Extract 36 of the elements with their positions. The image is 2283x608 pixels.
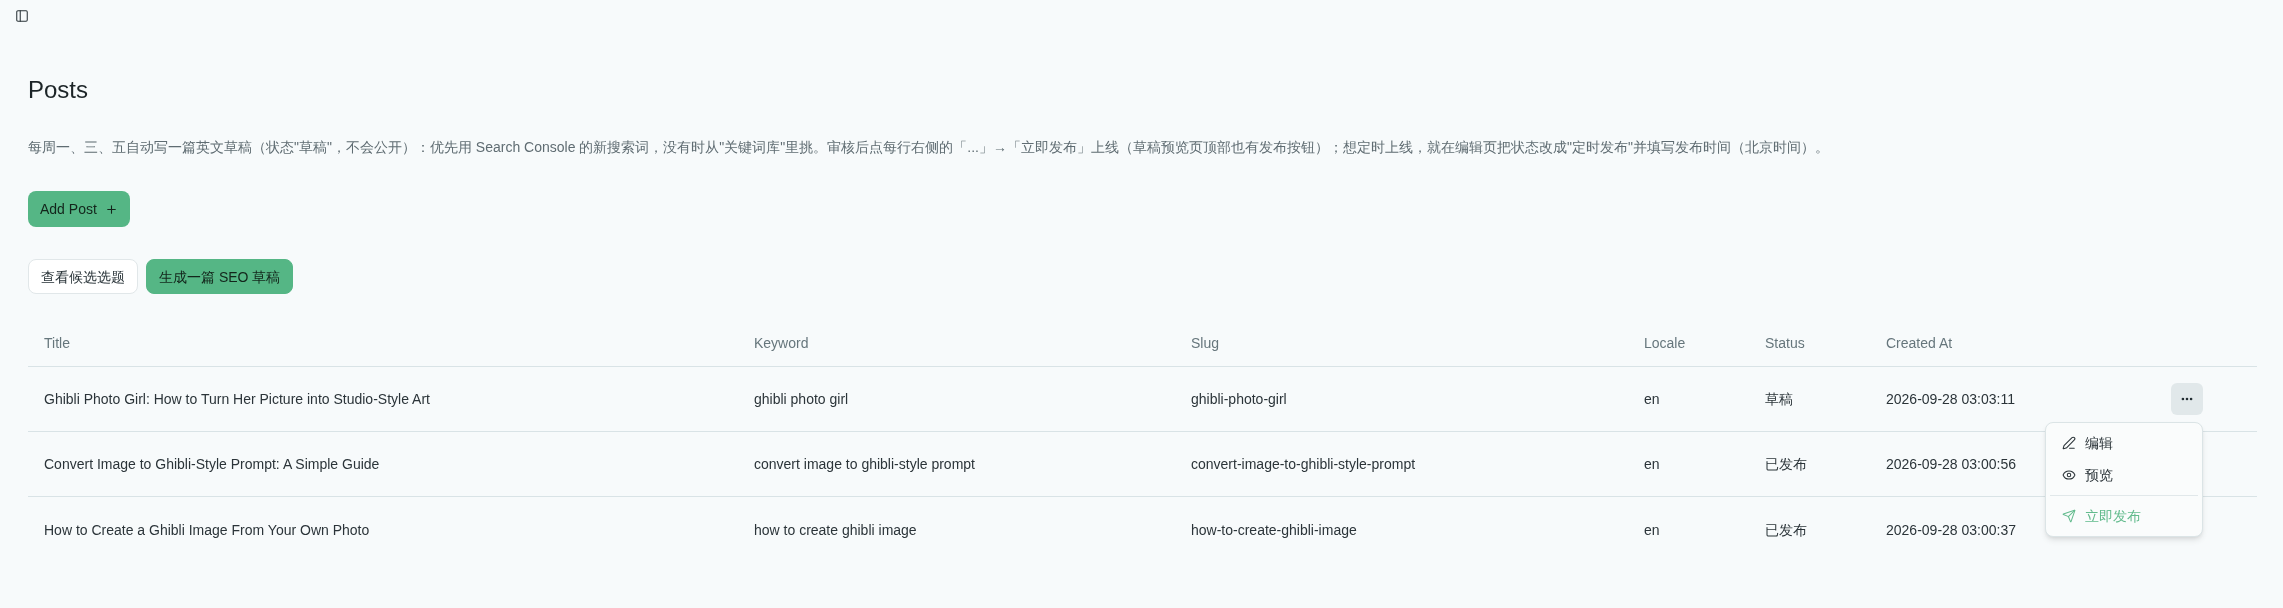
- table-cell: convert-image-to-ghibli-style-prompt: [1191, 456, 1416, 472]
- column-header: Status: [1765, 334, 1805, 351]
- sidebar-icon[interactable]: [15, 9, 29, 23]
- table-cell: how to create ghibli image: [754, 521, 917, 538]
- table-cell: Ghibli Photo Girl: How to Turn Her Picture into Studio-Style Art: [44, 391, 430, 407]
- menu-item[interactable]: 编辑: [2050, 427, 2198, 459]
- table-cell: How to Create a Ghibli Image From Your Own Photo: [44, 521, 370, 538]
- table-cell: 2026-09-28 03:00:56: [1886, 456, 2016, 472]
- table-cell: en: [1644, 456, 1660, 472]
- menu-item[interactable]: 预览: [2050, 459, 2198, 491]
- table-cell: ghibli-photo-girl: [1191, 391, 1287, 407]
- eye-icon: [2062, 468, 2076, 482]
- pencil-icon: [2062, 436, 2076, 450]
- table-cell: en: [1644, 391, 1660, 407]
- table-cell: 草稿: [1765, 391, 1793, 407]
- table-cell: 2026-09-28 03:03:11: [1886, 391, 2015, 407]
- column-header: Created At: [1886, 334, 1953, 351]
- column-header: Title: [44, 334, 70, 351]
- column-header: Keyword: [754, 334, 809, 351]
- page-description: 每周一、三、五自动写一篇英文草稿（状态"草稿"，不会公开）：优先用 Search Console 的新搜索词，没有时从"关键词库"里挑。审核后点每行右侧的「...」→「立即发布」上线（草稿预览页顶部也有发布按钮）；想定时上线，就在编辑页把状态改成"定时发布"并填写发布时间（北京时间）。: [28, 138, 1830, 157]
- table-cell: how-to-create-ghibli-image: [1191, 521, 1357, 538]
- column-header: Slug: [1191, 334, 1220, 351]
- toolbar-button[interactable]: 查看候选选题: [28, 259, 138, 294]
- table-cell: ghibli photo girl: [754, 391, 849, 407]
- table-cell: 2026-09-28 03:00:37: [1886, 521, 2016, 538]
- paper-plane-icon: [2062, 509, 2076, 523]
- table-cell: 已发布: [1765, 521, 1807, 538]
- plus-icon: [104, 202, 118, 216]
- toolbar-button[interactable]: 生成一篇 SEO 草稿: [146, 259, 294, 294]
- table-cell: Convert Image to Ghibli-Style Prompt: A Simple Guide: [44, 456, 380, 472]
- table-cell: convert image to ghibli-style prompt: [754, 456, 975, 472]
- add-post-button[interactable]: Add Post: [28, 191, 130, 227]
- table-cell: en: [1644, 521, 1660, 538]
- table-cell: 已发布: [1765, 456, 1807, 472]
- column-header: Locale: [1644, 334, 1686, 351]
- page-title: Posts: [28, 75, 90, 105]
